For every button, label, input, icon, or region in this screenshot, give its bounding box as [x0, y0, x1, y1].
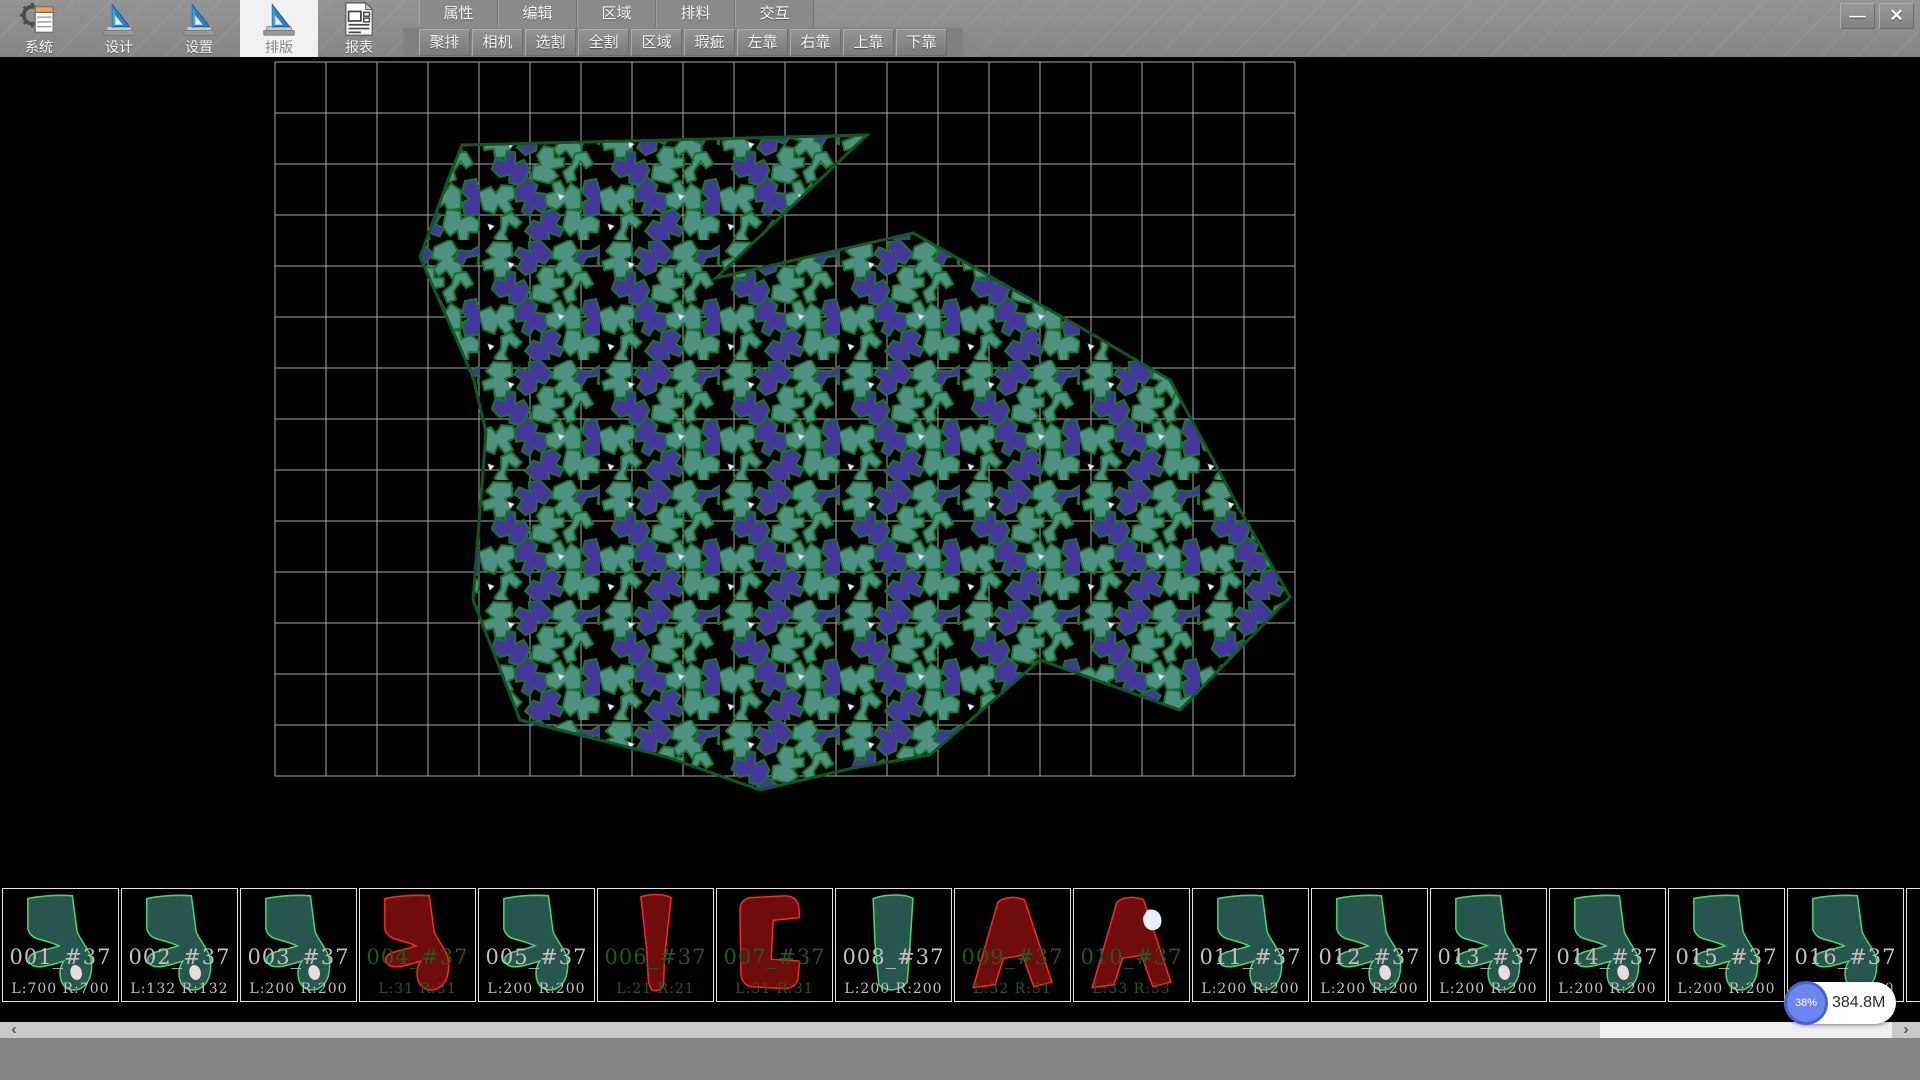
piece-lr-count: L:21 R:21 — [598, 981, 713, 997]
piece-label: 012_#37 — [1312, 945, 1427, 969]
piece-thumbnail[interactable]: 012_#37 L:200 R:200 — [1311, 888, 1428, 1002]
piece-label: 010_#37 — [1074, 945, 1189, 969]
progress-circle: 38% — [1784, 981, 1828, 1025]
piece-thumbnail[interactable]: 013_#37 L:200 R:200 — [1430, 888, 1547, 1002]
piece-label: 013_#37 — [1431, 945, 1546, 969]
piece-thumbnail[interactable]: 008_#37 L:200 R:200 — [835, 888, 952, 1002]
scrollbar-thumb[interactable] — [28, 1022, 1600, 1038]
piece-thumbnail[interactable]: 007_#37 L:31 R:31 — [716, 888, 833, 1002]
piece-lr-count: L:132 R:132 — [122, 981, 237, 997]
piece-label: 014_#37 — [1550, 945, 1665, 969]
piece-thumbnail[interactable]: 010_#37 L:33 R:33 — [1073, 888, 1190, 1002]
piece-lr-count: L:200 R:200 — [241, 981, 356, 997]
piece-lr-count: L:33 R:33 — [1074, 981, 1189, 997]
piece-lr-count: L:200 R:200 — [1550, 981, 1665, 997]
leather-hide-shape[interactable] — [420, 135, 1290, 790]
piece-lr-count: L:32 R:31 — [955, 981, 1070, 997]
piece-label: 003_#37 — [241, 945, 356, 969]
scroll-right-icon[interactable]: › — [1892, 1022, 1920, 1038]
piece-thumbnail[interactable]: 011_#37 L:200 R:200 — [1192, 888, 1309, 1002]
piece-label: 004_#37 — [360, 945, 475, 969]
piece-lr-count: L:200 R:200 — [1312, 981, 1427, 997]
piece-lr-count: L:31 R:31 — [717, 981, 832, 997]
piece-thumbnail[interactable]: 009_#37 L:32 R:31 — [954, 888, 1071, 1002]
piece-lr-count: L:700 R:700 — [3, 981, 118, 997]
piece-label: 009_#37 — [955, 945, 1070, 969]
piece-lr-count: L:200 R:200 — [1669, 981, 1784, 997]
scroll-left-icon[interactable]: ‹ — [0, 1022, 28, 1038]
piece-label: 001_#37 — [3, 945, 118, 969]
piece-label: 015_#37 — [1669, 945, 1784, 969]
piece-thumbnail[interactable]: 004_#37 L:31 R:31 — [359, 888, 476, 1002]
thumbnail-strip: 001_#37 L:700 R:700002_#37 L:132 R:132003_… — [0, 888, 1920, 1002]
piece-lr-count: L:31 R:31 — [360, 981, 475, 997]
piece-lr-count: L:2 — [1907, 981, 1920, 997]
piece-label: 005_#37 — [479, 945, 594, 969]
piece-thumbnail[interactable]: 002_#37 L:132 R:132 — [121, 888, 238, 1002]
piece-thumbnail[interactable]: 015_#37 L:200 R:200 — [1668, 888, 1785, 1002]
piece-label: 006_#37 — [598, 945, 713, 969]
piece-thumbnail[interactable]: 014_#37 L:200 R:200 — [1549, 888, 1666, 1002]
piece-label: 011_#37 — [1193, 945, 1308, 969]
piece-label: 016_#37 — [1788, 945, 1903, 969]
piece-label: 007_#37 — [717, 945, 832, 969]
piece-label: 0 — [1907, 945, 1920, 969]
piece-thumbnail[interactable]: 005_#37 L:200 R:200 — [478, 888, 595, 1002]
piece-lr-count: L:200 R:200 — [479, 981, 594, 997]
status-strip — [0, 1038, 1920, 1080]
memory-badge[interactable]: 38% 384.8M — [1784, 982, 1896, 1024]
piece-thumbnail[interactable]: 001_#37 L:700 R:700 — [2, 888, 119, 1002]
piece-thumbnail[interactable]: 003_#37 L:200 R:200 — [240, 888, 357, 1002]
piece-lr-count: L:200 R:200 — [1431, 981, 1546, 997]
piece-thumbnail[interactable]: 006_#37 L:21 R:21 — [597, 888, 714, 1002]
memory-value: 384.8M — [1832, 982, 1885, 1024]
piece-label: 008_#37 — [836, 945, 951, 969]
piece-label: 002_#37 — [122, 945, 237, 969]
piece-lr-count: L:200 R:200 — [1193, 981, 1308, 997]
piece-lr-count: L:200 R:200 — [836, 981, 951, 997]
piece-thumbnail[interactable]: 0 L:2 — [1906, 888, 1920, 1002]
horizontal-scrollbar[interactable]: ‹ › — [0, 1022, 1920, 1038]
